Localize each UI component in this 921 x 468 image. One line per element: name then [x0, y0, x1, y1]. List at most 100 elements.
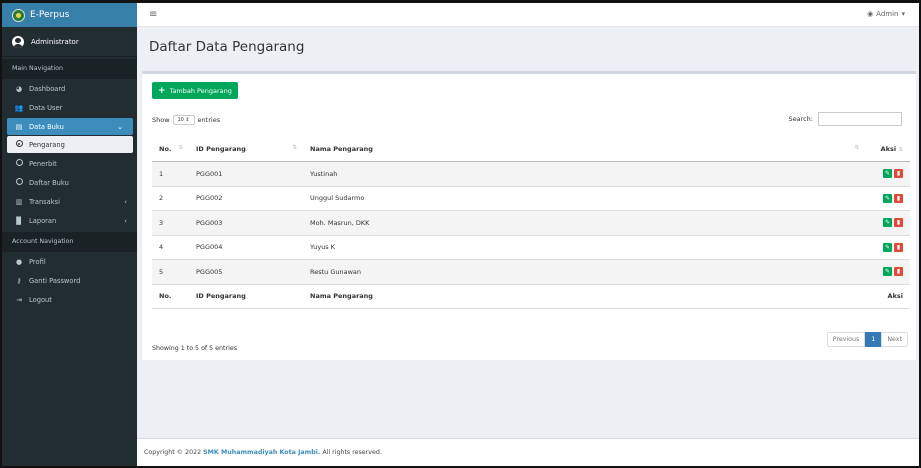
sidebar-item-label: Ganti Password: [29, 276, 81, 285]
sidebar-item-label: Penerbit: [29, 159, 57, 168]
entries-select[interactable]: 10 ⇕: [172, 115, 195, 125]
chevron-left-icon: ‹: [124, 216, 127, 225]
authors-table: No. ⇅ ID Pengarang ⇅ Nama Pengarang ⇅ Aksi …: [152, 137, 910, 309]
circle-icon: [14, 140, 24, 149]
user-panel: Administrator: [2, 27, 137, 57]
entries-value: 10: [177, 117, 184, 123]
sidebar-item-profil[interactable]: ● Profil: [2, 252, 137, 271]
sidebar-item-penerbit[interactable]: Penerbit: [2, 154, 137, 173]
circle-icon: [14, 178, 24, 187]
edit-icon[interactable]: ✎: [883, 242, 892, 252]
col-action[interactable]: Aksi ⇅: [865, 137, 910, 162]
page-title: Daftar Data Pengarang: [149, 39, 305, 55]
edit-icon[interactable]: ✎: [883, 267, 892, 277]
col-action-label: Aksi: [880, 145, 897, 153]
brand[interactable]: E-Perpus: [2, 3, 137, 27]
table-row: 3 PGG003 Moh. Masrun, DKK ✎ ▮: [152, 210, 910, 236]
dashboard-icon: ◕: [15, 84, 23, 93]
trash-icon[interactable]: ▮: [894, 193, 903, 203]
cell-name: Restu Gunawan: [303, 259, 865, 285]
top-navbar: ≡ ◉ Admin ▾: [137, 3, 919, 27]
sidebar-item-ganti-password[interactable]: ⚷ Ganti Password: [2, 271, 137, 290]
sidebar-item-logout[interactable]: ⇥ Logout: [2, 290, 137, 309]
table-header-row: No. ⇅ ID Pengarang ⇅ Nama Pengarang ⇅ Aksi …: [152, 137, 910, 162]
admin-label: Admin: [876, 10, 899, 18]
cell-no: 3: [152, 210, 189, 236]
user-circle-icon: ◉: [867, 10, 874, 18]
menu-toggle-icon[interactable]: ≡: [149, 9, 157, 20]
trash-icon[interactable]: ▮: [894, 169, 903, 179]
page-1-button[interactable]: 1: [865, 332, 882, 347]
sidebar-item-label: Dashboard: [29, 84, 66, 93]
table-footer-row: No. ID Pengarang Nama Pengarang Aksi: [152, 283, 910, 309]
sidebar-item-data-user[interactable]: 👥 Data User: [2, 98, 137, 117]
cell-id: PGG002: [189, 186, 303, 211]
add-author-label: Tambah Pengarang: [169, 86, 232, 95]
key-icon: ⚷: [16, 276, 22, 285]
next-button[interactable]: Next: [881, 332, 908, 347]
table-row: 1 PGG001 Yustinah ✎ ▮: [152, 161, 910, 187]
footer-prefix: Copyright © 2022: [144, 449, 202, 456]
sort-icon: ⇅: [898, 147, 903, 153]
edit-icon[interactable]: ✎: [883, 218, 892, 228]
footer-org-link[interactable]: SMK Muhammadiyah Kota Jambi.: [203, 449, 320, 456]
users-icon: 👥: [14, 103, 24, 112]
cell-name: Unggul Sudarmo: [303, 186, 865, 211]
main-nav-header: Main Navigation: [2, 59, 137, 79]
foot-name: Nama Pengarang: [303, 283, 865, 309]
col-name[interactable]: Nama Pengarang ⇅: [303, 137, 865, 162]
table-row: 4 PGG004 Yuyus K ✎ ▮: [152, 235, 910, 260]
sidebar-item-label: Profil: [29, 257, 46, 266]
sort-icon: ⇅: [292, 145, 297, 151]
file-icon: ▉: [16, 216, 22, 225]
chevron-down-icon: ⌄: [117, 122, 123, 131]
col-no[interactable]: No. ⇅: [152, 137, 189, 162]
avatar-icon: [12, 35, 24, 48]
edit-icon[interactable]: ✎: [883, 193, 892, 203]
cell-id: PGG003: [189, 210, 303, 236]
cell-no: 2: [152, 186, 189, 211]
entries-label: entries: [197, 116, 221, 124]
trash-icon[interactable]: ▮: [894, 267, 903, 277]
add-author-button[interactable]: + Tambah Pengarang: [152, 82, 238, 99]
cell-name: Yustinah: [303, 161, 865, 187]
logo-icon: [12, 8, 25, 22]
user-icon: ●: [15, 257, 23, 266]
sidebar-item-pengarang[interactable]: Pengarang: [7, 136, 133, 153]
col-id[interactable]: ID Pengarang ⇅: [189, 137, 303, 162]
chevron-left-icon: ‹: [124, 197, 127, 206]
pagination: Previous 1 Next: [826, 332, 908, 347]
plus-icon: +: [158, 85, 166, 96]
sidebar-item-label: Laporan: [29, 216, 57, 225]
cell-id: PGG001: [189, 161, 303, 187]
cell-no: 5: [152, 259, 189, 285]
foot-no: No.: [152, 283, 189, 309]
circle-icon: [14, 159, 24, 168]
search-input[interactable]: [818, 112, 902, 126]
app-window: E-Perpus Administrator Main Navigation ◕…: [0, 0, 921, 468]
account-nav-header: Account Navigation: [2, 232, 137, 252]
brand-name: E-Perpus: [30, 10, 70, 20]
col-no-label: No.: [159, 145, 172, 153]
sidebar-item-transaksi[interactable]: ▥ Transaksi ‹: [2, 192, 137, 211]
sidebar-item-daftar-buku[interactable]: Daftar Buku: [2, 173, 137, 192]
page-length-control: Show 10 ⇕ entries: [152, 115, 220, 125]
trash-icon[interactable]: ▮: [894, 242, 903, 252]
sidebar-item-data-buku[interactable]: ▤ Data Buku ⌄: [7, 118, 133, 135]
edit-icon[interactable]: ✎: [883, 169, 892, 179]
cell-actions: ✎ ▮: [865, 259, 910, 285]
sidebar-item-laporan[interactable]: ▉ Laporan ‹: [2, 211, 137, 230]
table-row: 5 PGG005 Restu Gunawan ✎ ▮: [152, 259, 910, 285]
previous-button[interactable]: Previous: [826, 332, 866, 347]
cell-actions: ✎ ▮: [865, 210, 910, 236]
trash-icon[interactable]: ▮: [894, 218, 903, 228]
cell-no: 4: [152, 235, 189, 260]
sidebar-item-label: Daftar Buku: [29, 178, 69, 187]
search-label: Search:: [788, 115, 813, 123]
footer-suffix: All rights reserved.: [322, 449, 382, 456]
cell-name: Yuyus K: [303, 235, 865, 260]
col-id-label: ID Pengarang: [196, 145, 246, 153]
sidebar-item-label: Data User: [29, 103, 63, 112]
admin-menu[interactable]: ◉ Admin ▾: [867, 10, 905, 18]
sidebar-item-dashboard[interactable]: ◕ Dashboard: [2, 79, 137, 98]
